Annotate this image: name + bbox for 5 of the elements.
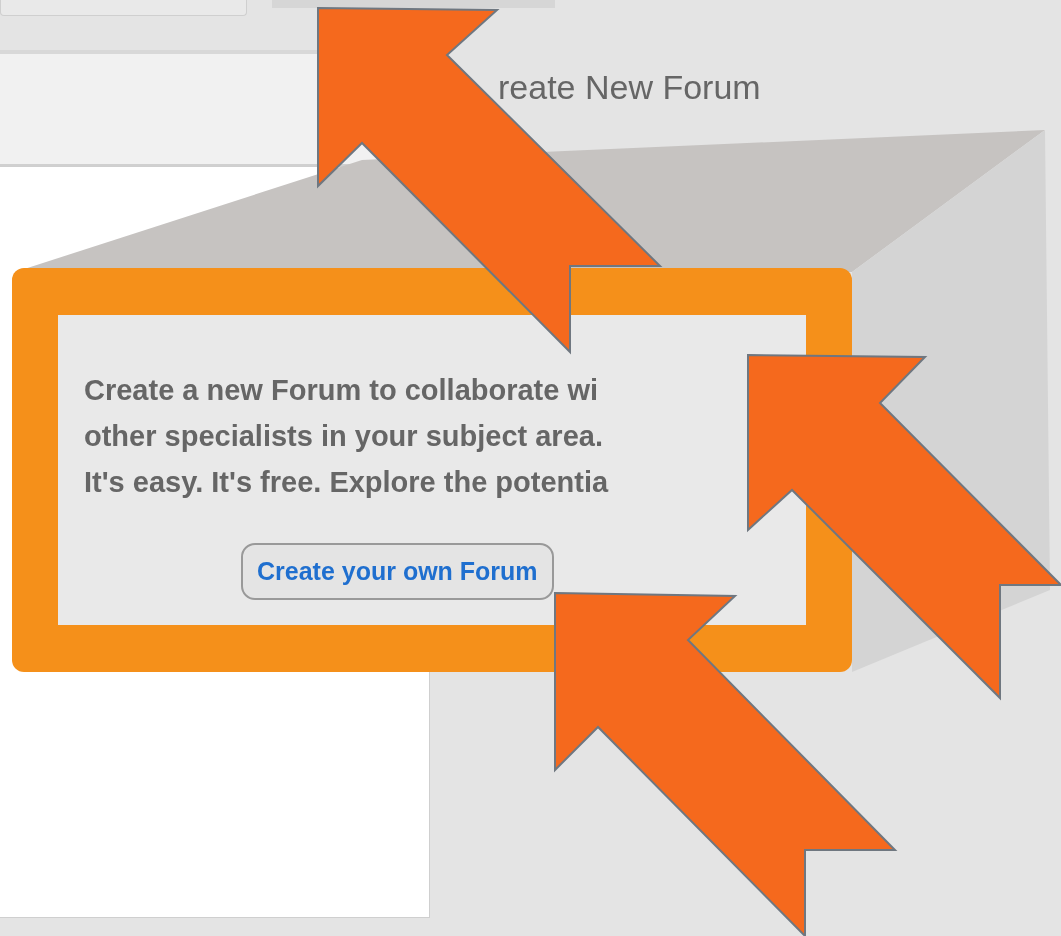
- create-forum-button[interactable]: Create your own Forum: [241, 543, 554, 600]
- promo-text: Create a new Forum to collaborate wi: [84, 373, 600, 408]
- promo-text: other specialists in your subject area.: [84, 419, 604, 454]
- promo-text: It's easy. It's free. Explore the potentia: [84, 465, 610, 500]
- section-heading: reate New Forum: [497, 68, 762, 107]
